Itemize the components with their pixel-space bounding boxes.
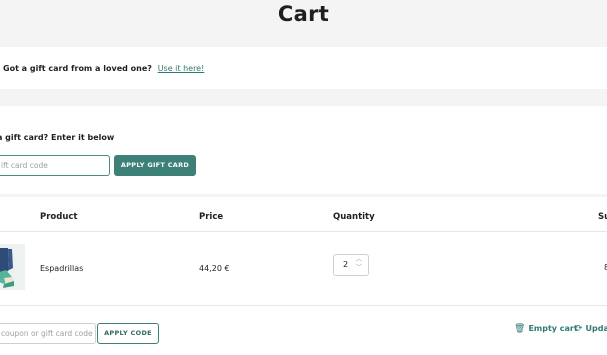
quantity-value[interactable]: 2 [343,260,348,269]
gift-notice: Got a gift card from a loved one? Use it… [3,64,204,73]
gift-notice-panel: Got a gift card from a loved one? Use it… [0,47,607,89]
header-product: Product [40,212,78,222]
header-divider [0,231,607,232]
header-subtotal: Su [598,212,607,222]
page-title: Cart [277,2,330,26]
use-it-here-link[interactable]: Use it here! [158,64,205,73]
empty-cart-label: Empty cart [528,324,578,333]
gift-card-input[interactable]: ift card code [0,155,110,176]
quantity-stepper[interactable]: 2 ︿ ﹀ [333,254,369,276]
gift-notice-text: Got a gift card from a loved one? [3,64,152,73]
apply-code-button[interactable]: APPLY CODE [97,323,159,344]
stepper-arrows-icon[interactable]: ︿ ﹀ [356,256,362,272]
product-name[interactable]: Espadrillas [40,264,83,273]
apply-gift-card-button[interactable]: APPLY GIFT CARD [114,155,196,176]
update-cart-button[interactable]: ⟳ Upda [575,324,607,334]
update-cart-label: Upda [585,324,607,333]
gift-card-panel: a gift card? Enter it below ift card cod… [0,106,607,194]
trash-icon: 🗑 [514,324,526,334]
cart-table-panel: Product Price Quantity Su Espadrillas 44… [0,197,607,355]
empty-cart-button[interactable]: 🗑 Empty cart [514,324,578,334]
gift-card-label: a gift card? Enter it below [0,133,115,142]
row-divider [0,305,607,306]
header-quantity: Quantity [333,212,375,222]
product-price: 44,20 € [199,264,230,273]
product-thumbnail[interactable] [0,244,25,290]
header-price: Price [199,212,224,222]
coupon-input[interactable]: coupon or gift card code [0,323,96,344]
refresh-icon: ⟳ [575,324,583,334]
